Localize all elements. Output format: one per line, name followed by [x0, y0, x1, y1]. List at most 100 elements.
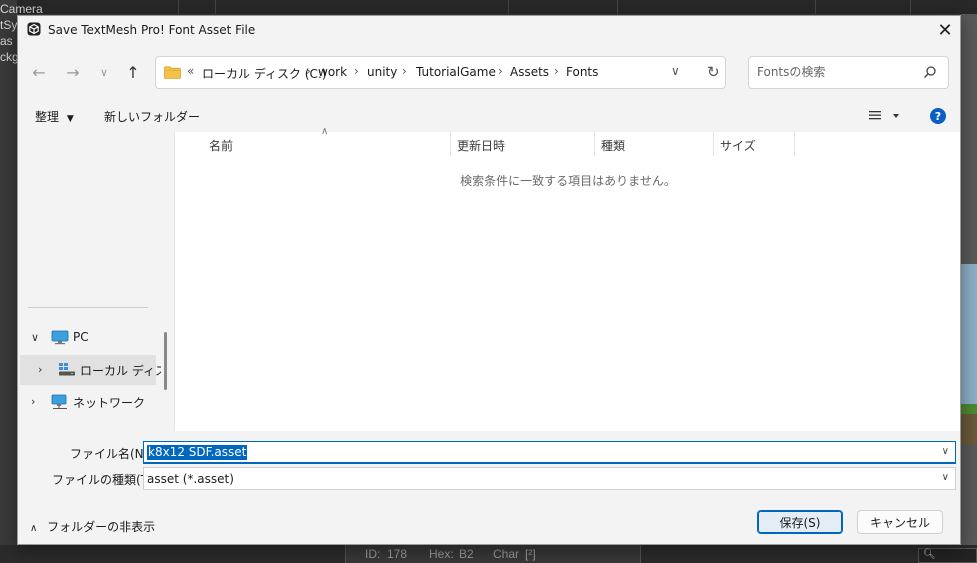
hierarchy-item[interactable]: ckg [0, 50, 19, 64]
cancel-button[interactable]: キャンセル [857, 510, 943, 534]
sort-ascending-icon: ∧ [321, 126, 329, 137]
hierarchy-item[interactable]: as [0, 34, 13, 48]
address-segment[interactable]: Fonts [566, 65, 598, 79]
search-icon[interactable] [923, 65, 937, 79]
search-input[interactable] [757, 65, 917, 79]
chevron-up-icon: ∧ [30, 523, 38, 534]
hierarchy-item[interactable]: tSy [0, 18, 17, 32]
char-value: [²] [525, 547, 536, 561]
caret-down-icon: ▼ [66, 114, 74, 124]
address-segment[interactable]: TutorialGame [416, 65, 496, 79]
tree-item-local-disk[interactable]: › ローカル ディスク [20, 355, 179, 385]
filetype-label: ファイルの種類(T): [52, 473, 157, 487]
scene-dirt-tile [961, 414, 977, 444]
pc-icon [51, 330, 69, 345]
address-segment[interactable]: work [318, 65, 347, 79]
recent-locations-button[interactable]: ∨ [93, 61, 115, 83]
scene-sky [961, 264, 977, 404]
save-button[interactable]: 保存(S) [757, 510, 843, 534]
close-icon: ✕ [937, 20, 953, 41]
drive-icon [59, 363, 75, 376]
tree-item-pc[interactable]: ∨ PC [18, 323, 158, 353]
chevron-right-icon[interactable]: › [306, 64, 311, 78]
column-header-size[interactable]: サイズ [720, 137, 756, 154]
editor-top-divider [178, 0, 179, 14]
chevron-down-icon[interactable]: ∨ [942, 446, 949, 457]
tree-item-network[interactable]: › ネットワーク [18, 387, 158, 417]
column-divider[interactable] [794, 132, 795, 156]
arrow-left-icon: ← [32, 62, 46, 82]
editor-hierarchy-panel: Camera tSy as ckg [0, 0, 43, 563]
save-file-dialog: Save TextMesh Pro! Font Asset File ✕ ← →… [17, 15, 961, 545]
up-button[interactable]: ↑ [122, 61, 144, 83]
hide-folders-toggle[interactable]: ∧ フォルダーの非表示 [30, 518, 155, 535]
hex-value: B2 [459, 547, 474, 561]
chevron-down-icon[interactable]: ∨ [31, 331, 39, 344]
chevron-down-icon[interactable]: ∨ [671, 64, 680, 78]
arrow-up-icon: ↑ [126, 62, 140, 82]
editor-scene-view [961, 14, 977, 563]
chevron-right-icon[interactable]: › [38, 363, 42, 376]
address-segment[interactable]: Assets [510, 65, 549, 79]
tree-label: PC [73, 330, 89, 344]
filename-combobox[interactable]: k8x12 SDF.asset ∨ [143, 441, 956, 464]
chevron-right-icon[interactable]: › [402, 64, 407, 78]
nav-pane-scrollbar[interactable] [161, 132, 174, 431]
hex-label: Hex: [429, 547, 454, 561]
id-label: ID: [365, 547, 381, 561]
editor-top-divider [617, 0, 618, 14]
chevron-down-icon[interactable]: ∨ [942, 472, 949, 483]
close-button[interactable]: ✕ [930, 16, 960, 45]
chevron-right-icon[interactable]: › [498, 64, 503, 78]
address-segment[interactable]: unity [367, 65, 397, 79]
column-divider[interactable] [713, 132, 714, 156]
editor-top-divider [215, 0, 216, 14]
file-list[interactable]: ∧ 名前 更新日時 種類 サイズ 検索条件に一致する項目はありません。 [174, 126, 960, 431]
search-box[interactable] [748, 56, 949, 89]
column-header-type[interactable]: 種類 [601, 137, 625, 154]
editor-top-divider [910, 0, 911, 14]
dialog-footer: ファイル名(N): k8x12 SDF.asset ∨ ファイルの種類(T): … [18, 431, 960, 544]
new-folder-button[interactable]: 新しいフォルダー [104, 108, 200, 125]
dialog-title-bar[interactable]: Save TextMesh Pro! Font Asset File ✕ [18, 16, 960, 45]
id-value: 178 [387, 547, 408, 561]
filename-input[interactable]: k8x12 SDF.asset [147, 445, 248, 460]
chevron-right-icon[interactable]: › [354, 64, 359, 78]
unity-icon [27, 22, 41, 36]
hierarchy-item[interactable]: Camera [0, 2, 43, 16]
back-button[interactable]: ← [28, 61, 50, 83]
column-header-name[interactable]: 名前 [209, 137, 233, 154]
filetype-value: asset (*.asset) [147, 472, 234, 486]
filetype-select[interactable]: asset (*.asset) ∨ [143, 467, 956, 490]
column-header-date[interactable]: 更新日時 [457, 137, 505, 154]
scene-grass-tile [961, 404, 977, 414]
search-icon: 🔍︎ [923, 549, 936, 560]
editor-top-divider [508, 0, 509, 14]
nav-pane-scroll-thumb[interactable] [164, 332, 167, 390]
address-overflow[interactable]: « [187, 64, 194, 78]
refresh-icon[interactable]: ↻ [707, 63, 720, 81]
organize-label: 整理 [35, 110, 60, 124]
font-char-status: ID: 178 Hex: B2 Char [²] [345, 545, 641, 563]
forward-button[interactable]: → [62, 61, 84, 83]
chevron-right-icon[interactable]: › [31, 395, 35, 408]
column-divider[interactable] [450, 132, 451, 156]
command-bar: 整理 ▼ 新しいフォルダー ? [18, 100, 960, 132]
tree-label: ネットワーク [73, 396, 146, 410]
address-bar[interactable]: « ローカル ディスク (C:) › work › unity › Tutori… [155, 56, 726, 89]
hide-folders-label: フォルダーの非表示 [47, 520, 156, 534]
help-icon[interactable]: ? [930, 108, 946, 124]
folder-icon [164, 66, 181, 79]
navigation-pane: ∨ PC › ローカル ディスク › ネットワーク [18, 132, 179, 431]
editor-search-field[interactable]: 🔍︎ [918, 548, 977, 563]
view-options-icon[interactable] [869, 109, 899, 123]
column-divider[interactable] [594, 132, 595, 156]
arrow-right-icon: → [66, 62, 80, 82]
chevron-right-icon[interactable]: › [554, 64, 559, 78]
organize-button[interactable]: 整理 ▼ [35, 108, 74, 125]
navigation-bar: ← → ∨ ↑ « ローカル ディスク (C:) › work › unity … [18, 45, 960, 100]
chevron-down-icon: ∨ [99, 65, 109, 79]
dialog-title: Save TextMesh Pro! Font Asset File [48, 23, 256, 37]
nav-pane-divider [28, 307, 148, 308]
network-icon [51, 394, 67, 409]
